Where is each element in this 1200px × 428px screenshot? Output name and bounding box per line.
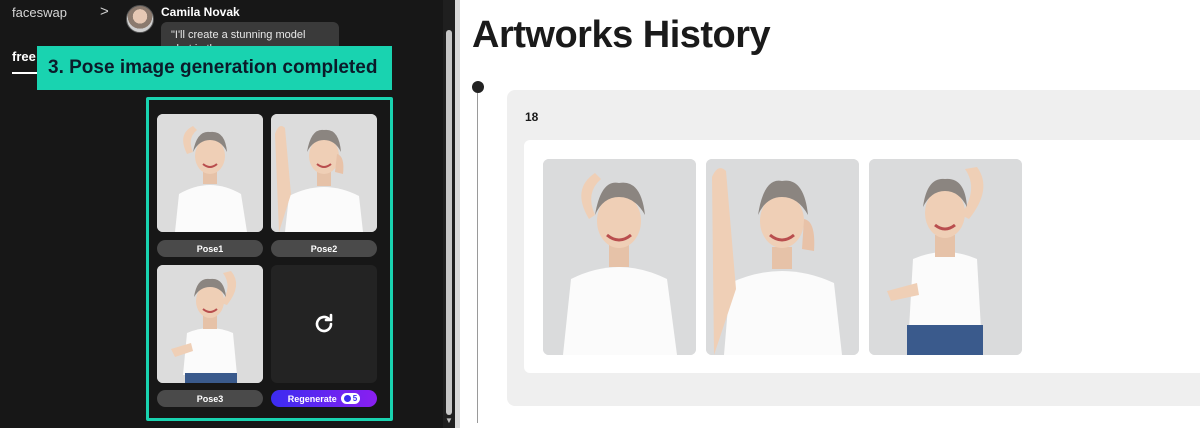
scroll-down-arrow-icon[interactable]: ▼	[445, 416, 453, 425]
artwork-image[interactable]	[543, 159, 696, 355]
chat-panel: faceswap > Camila Novak "I'll create a s…	[0, 0, 455, 428]
pose1-image[interactable]	[157, 114, 263, 232]
page-title: Artworks History	[472, 14, 771, 56]
user-name: Camila Novak	[161, 5, 240, 19]
avatar	[126, 5, 154, 33]
breadcrumb[interactable]: faceswap	[12, 5, 67, 20]
tab-active-indicator	[12, 72, 40, 74]
pose2-button[interactable]: Pose2	[271, 240, 377, 257]
refresh-icon	[315, 313, 333, 333]
scrollbar-thumb[interactable]	[446, 30, 452, 415]
regenerate-tile[interactable]	[271, 265, 377, 383]
pose2-image[interactable]	[271, 114, 377, 232]
pose1-button[interactable]: Pose1	[157, 240, 263, 257]
group-label: 18	[525, 110, 539, 124]
credit-badge: 5	[340, 393, 361, 404]
artwork-image[interactable]	[869, 159, 1022, 355]
history-group: 18	[507, 90, 1200, 406]
tab-free[interactable]: free	[12, 49, 36, 64]
artworks-history-panel: Artworks History 18	[460, 0, 1200, 428]
timeline-dot	[472, 81, 484, 93]
pose3-image[interactable]	[157, 265, 263, 383]
chevron-right-icon[interactable]: >	[100, 3, 109, 20]
coin-icon	[343, 395, 351, 402]
timeline-line	[477, 93, 478, 423]
credit-count: 5	[352, 394, 358, 403]
step-callout: 3. Pose image generation completed	[37, 46, 392, 90]
artwork-image[interactable]	[706, 159, 859, 355]
regenerate-label: Regenerate	[287, 393, 337, 404]
pose3-button[interactable]: Pose3	[157, 390, 263, 407]
artwork-grid	[524, 140, 1200, 373]
regenerate-button[interactable]: Regenerate 5	[271, 390, 377, 407]
